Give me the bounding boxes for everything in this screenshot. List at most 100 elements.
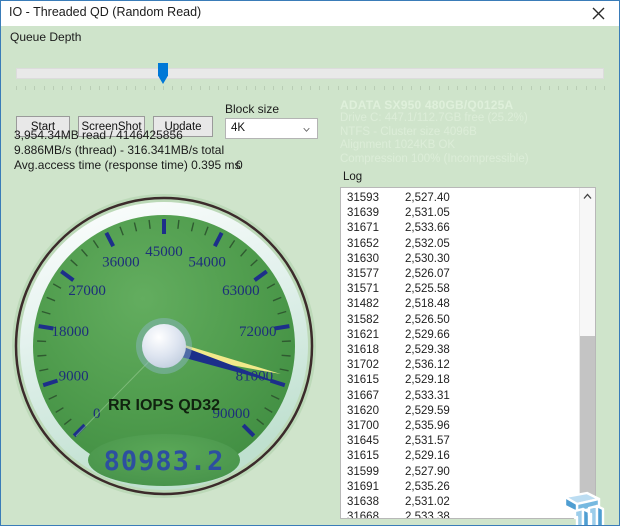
slider-tick bbox=[172, 86, 173, 90]
slider-thumb[interactable] bbox=[158, 63, 168, 84]
log-row: 316712,533.66 bbox=[347, 221, 572, 236]
slider-tick bbox=[365, 86, 366, 90]
log-value: 2,518.48 bbox=[405, 297, 450, 312]
log-iops: 31577 bbox=[347, 267, 405, 282]
block-size-select[interactable]: 4K bbox=[225, 118, 318, 139]
log-row: 315772,526.07 bbox=[347, 267, 572, 282]
log-iops: 31593 bbox=[347, 191, 405, 206]
log-row: 316452,531.57 bbox=[347, 434, 572, 449]
log-row: 316672,533.31 bbox=[347, 389, 572, 404]
log-iops: 31618 bbox=[347, 343, 405, 358]
drive-info: ADATA SX950 480GB/Q0125A Drive C: 447.1/… bbox=[340, 98, 610, 166]
log-value: 2,533.38 bbox=[405, 510, 450, 519]
slider-tick bbox=[475, 86, 476, 90]
slider-tick bbox=[466, 86, 467, 90]
stat-throughput: 9.886MB/s (thread) - 316.341MB/s total bbox=[14, 143, 224, 157]
block-size-value: 4K bbox=[231, 122, 245, 134]
slider-track[interactable] bbox=[16, 68, 604, 79]
log-value: 2,529.66 bbox=[405, 328, 450, 343]
log-value: 2,527.40 bbox=[405, 191, 450, 206]
log-iops: 31668 bbox=[347, 510, 405, 519]
queue-depth-slider[interactable] bbox=[16, 66, 604, 94]
drive-compression: Compression 100% (Incompressible) bbox=[340, 153, 610, 167]
log-iops: 31599 bbox=[347, 465, 405, 480]
gauge-tick-label: 36000 bbox=[102, 254, 140, 270]
main-panel: Queue Depth Start ScreenShot Update Bloc… bbox=[2, 26, 619, 525]
slider-tick bbox=[310, 86, 311, 90]
log-row: 315822,526.50 bbox=[347, 313, 572, 328]
log-iops: 31630 bbox=[347, 252, 405, 267]
slider-tick bbox=[319, 86, 320, 90]
log-row: 316202,529.59 bbox=[347, 404, 572, 419]
slider-tick bbox=[521, 86, 522, 90]
log-value: 2,532.05 bbox=[405, 237, 450, 252]
log-iops: 31691 bbox=[347, 480, 405, 495]
slider-tick bbox=[595, 86, 596, 90]
slider-tick bbox=[586, 86, 587, 90]
log-row: 314822,518.48 bbox=[347, 297, 572, 312]
scroll-up-button[interactable] bbox=[580, 188, 595, 205]
slider-tick bbox=[53, 86, 54, 90]
slider-tick bbox=[71, 86, 72, 90]
slider-tick bbox=[246, 86, 247, 90]
slider-tick bbox=[62, 86, 63, 90]
log-iops: 31639 bbox=[347, 206, 405, 221]
gauge-tick-label: 9000 bbox=[59, 368, 89, 384]
slider-tick bbox=[25, 86, 26, 90]
log-row: 316152,529.18 bbox=[347, 373, 572, 388]
log-iops: 31582 bbox=[347, 313, 405, 328]
log-scrollbar[interactable] bbox=[579, 188, 595, 518]
gauge-hub bbox=[142, 324, 186, 368]
slider-tick bbox=[126, 86, 127, 90]
log-row: 316382,531.02 bbox=[347, 495, 572, 510]
log-panel[interactable]: 315932,527.40316392,531.05316712,533.663… bbox=[340, 187, 596, 519]
chevron-up-icon bbox=[583, 193, 592, 200]
queue-depth-label: Queue Depth bbox=[10, 30, 81, 44]
slider-tick bbox=[292, 86, 293, 90]
close-button[interactable] bbox=[576, 1, 620, 26]
log-value: 2,529.16 bbox=[405, 449, 450, 464]
log-value: 2,531.57 bbox=[405, 434, 450, 449]
slider-tick bbox=[457, 86, 458, 90]
log-iops: 31667 bbox=[347, 389, 405, 404]
log-value: 2,529.18 bbox=[405, 373, 450, 388]
slider-tick bbox=[135, 86, 136, 90]
log-iops: 31571 bbox=[347, 282, 405, 297]
log-row: 317022,536.12 bbox=[347, 358, 572, 373]
log-value: 2,529.59 bbox=[405, 404, 450, 419]
slider-tick bbox=[218, 86, 219, 90]
gauge-major-tick bbox=[275, 326, 290, 328]
stat-bytes-read: 3,954.34MB read / 4146425856 bbox=[14, 128, 183, 142]
slider-tick bbox=[328, 86, 329, 90]
stat-extra-counter: 0 bbox=[236, 158, 243, 172]
chevron-down-icon bbox=[303, 126, 310, 133]
slider-tick bbox=[540, 86, 541, 90]
log-iops: 31671 bbox=[347, 221, 405, 236]
block-size-label: Block size bbox=[225, 102, 279, 116]
gauge-tick-label: 72000 bbox=[239, 324, 277, 340]
gauge-title: RR IOPS QD32 bbox=[108, 397, 220, 414]
log-row: 315932,527.40 bbox=[347, 191, 572, 206]
slider-tick bbox=[34, 86, 35, 90]
log-label: Log bbox=[343, 171, 362, 183]
slider-tick bbox=[448, 86, 449, 90]
slider-tick bbox=[227, 86, 228, 90]
slider-tick bbox=[393, 86, 394, 90]
log-value: 2,535.96 bbox=[405, 419, 450, 434]
log-value: 2,526.50 bbox=[405, 313, 450, 328]
log-row: 316912,535.26 bbox=[347, 480, 572, 495]
slider-tick bbox=[255, 86, 256, 90]
log-value: 2,531.02 bbox=[405, 495, 450, 510]
gauge-minor-tick bbox=[282, 355, 291, 356]
log-value: 2,526.07 bbox=[405, 267, 450, 282]
gauge-tick-label: 63000 bbox=[222, 283, 260, 299]
log-row: 316182,529.38 bbox=[347, 343, 572, 358]
log-list: 315932,527.40316392,531.05316712,533.663… bbox=[347, 191, 572, 519]
drive-alignment: Alignment 1024KB OK bbox=[340, 139, 610, 153]
log-iops: 31621 bbox=[347, 328, 405, 343]
log-row: 315992,527.90 bbox=[347, 465, 572, 480]
log-row: 316392,531.05 bbox=[347, 206, 572, 221]
slider-tick bbox=[338, 86, 339, 90]
slider-tick bbox=[16, 86, 17, 90]
slider-tick bbox=[604, 86, 605, 90]
